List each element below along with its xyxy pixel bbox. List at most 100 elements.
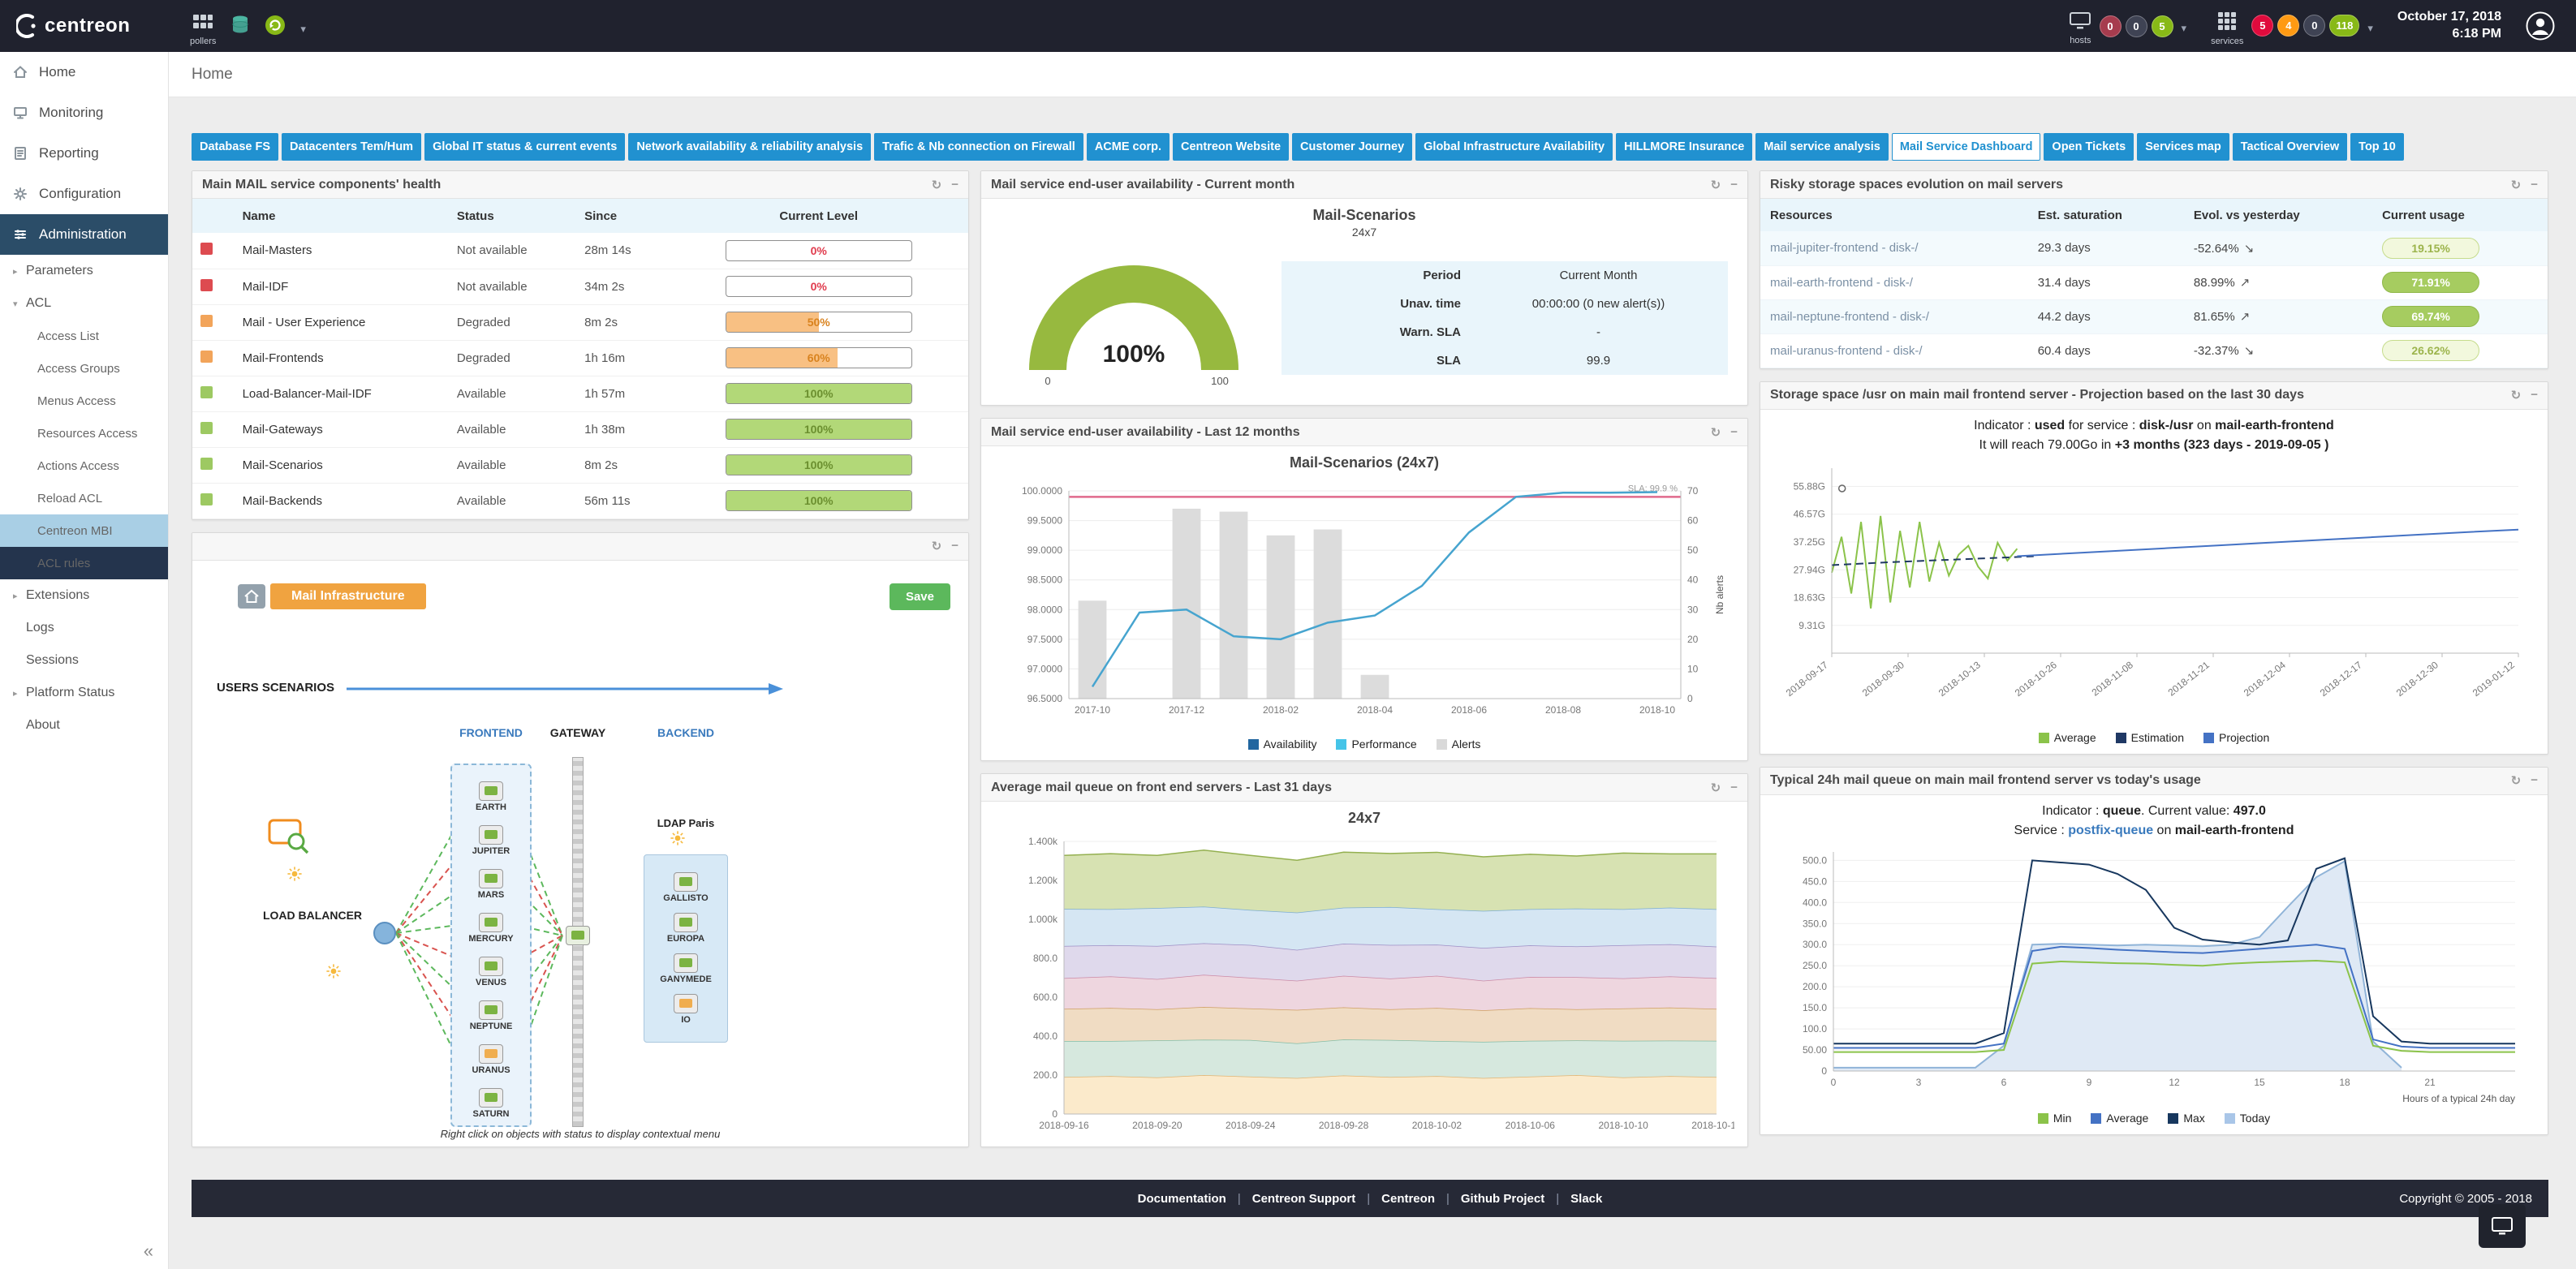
tab-global-infrastructure-availability[interactable]: Global Infrastructure Availability [1415,133,1613,161]
sidebar-item-monitoring[interactable]: Monitoring [0,92,168,133]
sidebar-item-platform-status[interactable]: ▸Platform Status [0,677,168,709]
footer-link-slack[interactable]: Slack [1570,1192,1602,1206]
table-row[interactable]: Load-Balancer-Mail-IDFAvailable1h 57m100… [192,376,968,411]
save-button[interactable]: Save [890,583,950,610]
tab-services-map[interactable]: Services map [2137,133,2229,161]
server-node-jupiter[interactable]: JUPITER [454,825,528,856]
collapse-icon[interactable]: − [2531,773,2538,788]
table-row[interactable]: mail-uranus-frontend - disk-/60.4 days-3… [1760,333,2548,368]
status-count-badge[interactable]: 5 [2152,15,2173,37]
server-node-gallisto[interactable]: GALLISTO [649,872,722,903]
refresh-icon[interactable]: ↻ [2511,388,2522,402]
load-balancer-node[interactable] [373,922,396,944]
server-node-ganymede[interactable]: GANYMEDE [649,953,722,984]
tab-datacenters-tem-hum[interactable]: Datacenters Tem/Hum [282,133,421,161]
sidebar-item-resources-access[interactable]: Resources Access [0,417,168,450]
server-node-earth[interactable]: EARTH [454,781,528,812]
user-avatar[interactable] [2526,11,2555,41]
tab-mail-service-dashboard[interactable]: Mail Service Dashboard [1892,133,2041,161]
chevron-down-icon[interactable]: ▾ [2367,22,2373,35]
status-count-badge[interactable]: 0 [2303,15,2325,37]
table-row[interactable]: Mail-FrontendsDegraded1h 16m60% [192,340,968,376]
collapse-icon[interactable]: − [1730,178,1738,192]
refresh-icon[interactable]: ↻ [1711,425,1721,440]
sidebar-item-access-list[interactable]: Access List [0,320,168,352]
footer-link-centreon-support[interactable]: Centreon Support [1252,1192,1356,1206]
footer-link-github-project[interactable]: Github Project [1461,1192,1544,1206]
collapse-icon[interactable]: − [951,178,958,192]
fullscreen-toggle-button[interactable] [2479,1204,2526,1248]
table-row[interactable]: Mail-ScenariosAvailable8m 2s100% [192,447,968,483]
refresh-icon[interactable]: ↻ [2511,773,2522,788]
table-row[interactable]: mail-jupiter-frontend - disk-/29.3 days-… [1760,231,2548,265]
chevron-down-icon[interactable]: ▾ [300,23,306,36]
tab-tactical-overview[interactable]: Tactical Overview [2233,133,2347,161]
server-node-mercury[interactable]: MERCURY [454,913,528,944]
sidebar-item-configuration[interactable]: Configuration [0,174,168,214]
footer-link-documentation[interactable]: Documentation [1138,1192,1226,1206]
collapse-icon[interactable]: − [2531,178,2538,192]
table-row[interactable]: Mail-IDFNot available34m 2s0% [192,269,968,304]
tab-centreon-website[interactable]: Centreon Website [1173,133,1289,161]
sidebar-item-acl[interactable]: ▾ACL [0,287,168,320]
collapse-icon[interactable]: − [951,539,958,553]
server-node-venus[interactable]: VENUS [454,957,528,987]
refresh-icon[interactable]: ↻ [932,178,942,192]
tab-trafic-nb-connection-on-firewall[interactable]: Trafic & Nb connection on Firewall [874,133,1083,161]
server-node-uranus[interactable]: URANUS [454,1044,528,1075]
sidebar-item-logs[interactable]: Logs [0,612,168,644]
sidebar-item-reporting[interactable]: Reporting [0,133,168,174]
server-node-europa[interactable]: EUROPA [649,913,722,944]
sidebar-item-about[interactable]: About [0,709,168,742]
gateway-hub-node[interactable] [566,926,590,945]
sidebar-item-access-groups[interactable]: Access Groups [0,352,168,385]
sidebar-item-home[interactable]: Home [0,52,168,92]
sidebar-item-centreon-mbi[interactable]: Centreon MBI [0,514,168,547]
refresh-icon[interactable]: ↻ [932,539,942,553]
sidebar-item-actions-access[interactable]: Actions Access [0,450,168,482]
status-count-badge[interactable]: 0 [2126,15,2147,37]
refresh-icon[interactable]: ↻ [1711,781,1721,795]
database-icon[interactable] [230,13,250,40]
server-node-neptune[interactable]: NEPTUNE [454,1000,528,1031]
table-row[interactable]: Mail-GatewaysAvailable1h 38m100% [192,411,968,447]
collapse-icon[interactable]: − [1730,781,1738,795]
sidebar-item-sessions[interactable]: Sessions [0,644,168,677]
tab-acme-corp[interactable]: ACME corp. [1087,133,1170,161]
server-node-saturn[interactable]: SATURN [454,1088,528,1119]
tab-customer-journey[interactable]: Customer Journey [1292,133,1412,161]
services-status-group[interactable]: services 540118 ▾ [2211,6,2373,46]
breadcrumb[interactable]: Home [169,52,2576,97]
export-configuration-icon[interactable] [265,13,286,40]
sidebar-item-acl-rules[interactable]: ACL rules [0,547,168,579]
tab-mail-service-analysis[interactable]: Mail service analysis [1755,133,1889,161]
tab-hillmore-insurance[interactable]: HILLMORE Insurance [1616,133,1752,161]
status-count-badge[interactable]: 0 [2100,15,2122,37]
status-count-badge[interactable]: 4 [2277,15,2299,37]
tab-open-tickets[interactable]: Open Tickets [2044,133,2134,161]
sidebar-collapse-button[interactable]: « [0,1233,168,1269]
sidebar-item-menus-access[interactable]: Menus Access [0,385,168,417]
pollers-menu[interactable]: pollers ▾ [190,6,306,46]
centreon-logo[interactable]: centreon [0,14,169,38]
table-row[interactable]: Mail-MastersNot available28m 14s0% [192,233,968,269]
server-node-io[interactable]: IO [649,994,722,1025]
tab-global-it-status-current-events[interactable]: Global IT status & current events [424,133,625,161]
sidebar-item-parameters[interactable]: ▸Parameters [0,255,168,287]
status-count-badge[interactable]: 5 [2251,15,2273,37]
sidebar-item-reload-acl[interactable]: Reload ACL [0,482,168,514]
table-row[interactable]: Mail - User ExperienceDegraded8m 2s50% [192,304,968,340]
server-node-mars[interactable]: MARS [454,869,528,900]
chevron-down-icon[interactable]: ▾ [2182,22,2187,35]
collapse-icon[interactable]: − [2531,388,2538,402]
collapse-icon[interactable]: − [1730,425,1738,440]
sidebar-item-administration[interactable]: Administration [0,214,168,255]
tab-database-fs[interactable]: Database FS [192,133,278,161]
refresh-icon[interactable]: ↻ [2511,178,2522,192]
tab-top-10[interactable]: Top 10 [2350,133,2404,161]
sidebar-item-extensions[interactable]: ▸Extensions [0,579,168,612]
footer-link-centreon[interactable]: Centreon [1381,1192,1435,1206]
hosts-status-group[interactable]: hosts 005 ▾ [2070,7,2186,45]
table-row[interactable]: Mail-BackendsAvailable56m 11s100% [192,483,968,518]
table-row[interactable]: mail-earth-frontend - disk-/31.4 days88.… [1760,265,2548,299]
